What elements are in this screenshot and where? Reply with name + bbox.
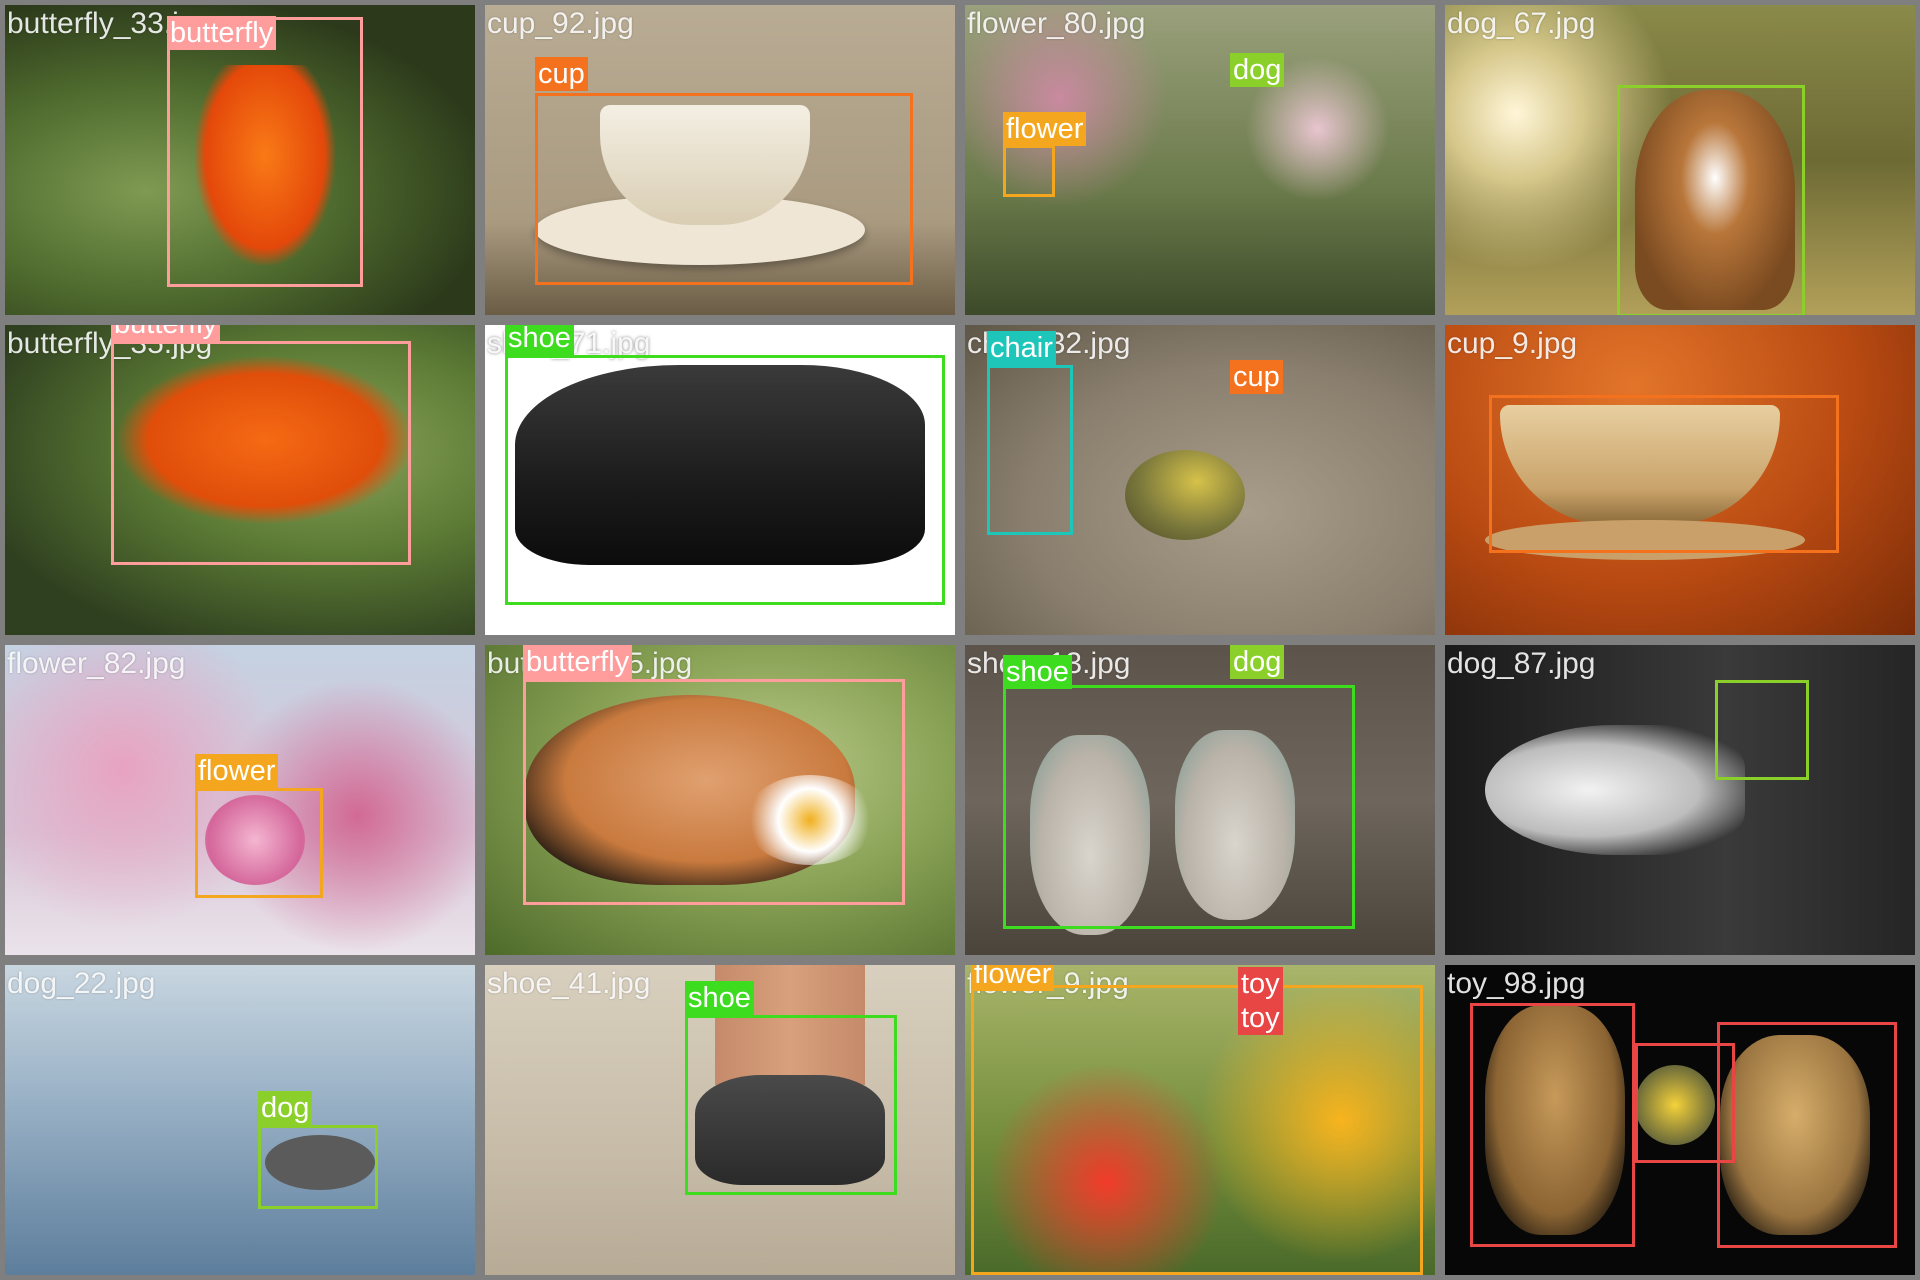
tile-chair-32[interactable]: chair_32.jpg chair cup xyxy=(960,320,1440,640)
butterfly-bbox[interactable] xyxy=(523,679,905,905)
dog-bbox[interactable] xyxy=(258,1125,378,1209)
flower-bbox[interactable] xyxy=(971,985,1423,1275)
tile-filename: toy_98.jpg xyxy=(1447,967,1586,1000)
butterfly-bbox[interactable] xyxy=(111,341,411,565)
tile-shoe-71[interactable]: shoe_71.jpg shoe xyxy=(480,320,960,640)
tile-dog-87[interactable]: dog_87.jpg xyxy=(1440,640,1920,960)
shoe-bbox[interactable] xyxy=(1003,685,1355,929)
tile-filename: shoe_41.jpg xyxy=(487,967,651,1000)
tile-filename: cup_92.jpg xyxy=(487,7,634,40)
tile-cup-92[interactable]: cup_92.jpg cup xyxy=(480,0,960,320)
toy-bbox[interactable] xyxy=(1470,1003,1635,1247)
detection-mosaic: butterfly_33.jpg butterfly cup_92.jpg cu… xyxy=(0,0,1920,1280)
vulture-shape xyxy=(1485,725,1745,855)
butterfly-label: butterfly xyxy=(111,325,221,341)
dog-label: dog xyxy=(1230,645,1285,679)
cup-bbox[interactable] xyxy=(1489,395,1839,553)
tile-butterfly-33[interactable]: butterfly_33.jpg butterfly xyxy=(0,0,480,320)
tile-dog-22[interactable]: dog_22.jpg dog xyxy=(0,960,480,1280)
butterfly-bbox[interactable] xyxy=(167,17,363,287)
cup-label: cup xyxy=(535,57,588,91)
dog-label: dog xyxy=(1230,53,1285,87)
tile-butterfly-15[interactable]: butterfly_15.jpg butterfly xyxy=(480,640,960,960)
tile-filename: flower_80.jpg xyxy=(967,7,1146,40)
tile-filename: cup_9.jpg xyxy=(1447,327,1578,360)
cup-label: cup xyxy=(1230,360,1283,394)
shoe-bbox[interactable] xyxy=(685,1015,897,1195)
tile-filename: dog_67.jpg xyxy=(1447,7,1596,40)
tile-filename: flower_82.jpg xyxy=(7,647,186,680)
tile-filename: dog_22.jpg xyxy=(7,967,156,1000)
toy-bbox[interactable] xyxy=(1717,1022,1897,1248)
chair-label: chair xyxy=(987,331,1056,365)
flower-bbox[interactable] xyxy=(1003,145,1055,197)
toy-label: toy xyxy=(1238,967,1283,1001)
tile-shoe-13[interactable]: shoe_13.jpg shoe dog xyxy=(960,640,1440,960)
dog-bbox[interactable] xyxy=(1715,680,1809,780)
tile-shoe-41[interactable]: shoe_41.jpg shoe xyxy=(480,960,960,1280)
butterfly-label: butterfly xyxy=(523,645,633,679)
tile-cup-9[interactable]: cup_9.jpg xyxy=(1440,320,1920,640)
flower-label: flower xyxy=(971,965,1055,991)
lake-background xyxy=(5,965,475,1275)
tile-flower-80[interactable]: flower_80.jpg dog flower xyxy=(960,0,1440,320)
shoe-label: shoe xyxy=(685,981,754,1015)
dog-label: dog xyxy=(258,1091,313,1125)
shoe-bbox[interactable] xyxy=(505,355,945,605)
shoe-label: shoe xyxy=(505,325,574,355)
dog-bbox[interactable] xyxy=(1617,85,1805,315)
chair-bbox[interactable] xyxy=(987,365,1073,535)
flower-bbox[interactable] xyxy=(195,788,323,898)
tile-toy-98[interactable]: toy_98.jpg xyxy=(1440,960,1920,1280)
flower-label: flower xyxy=(1003,112,1087,146)
tile-flower-9[interactable]: flower_9.jpg flower toy toy xyxy=(960,960,1440,1280)
tile-filename: dog_87.jpg xyxy=(1447,647,1596,680)
bird-shape xyxy=(1125,450,1245,540)
toy-label: toy xyxy=(1238,1001,1283,1035)
shoe-label: shoe xyxy=(1003,655,1072,689)
butterfly-label: butterfly xyxy=(167,16,277,50)
cup-bbox[interactable] xyxy=(535,93,913,285)
tile-flower-82[interactable]: flower_82.jpg flower xyxy=(0,640,480,960)
tile-dog-67[interactable]: dog_67.jpg xyxy=(1440,0,1920,320)
flower-label: flower xyxy=(195,754,279,788)
tile-butterfly-35[interactable]: butterfly_35.jpg butterfly xyxy=(0,320,480,640)
